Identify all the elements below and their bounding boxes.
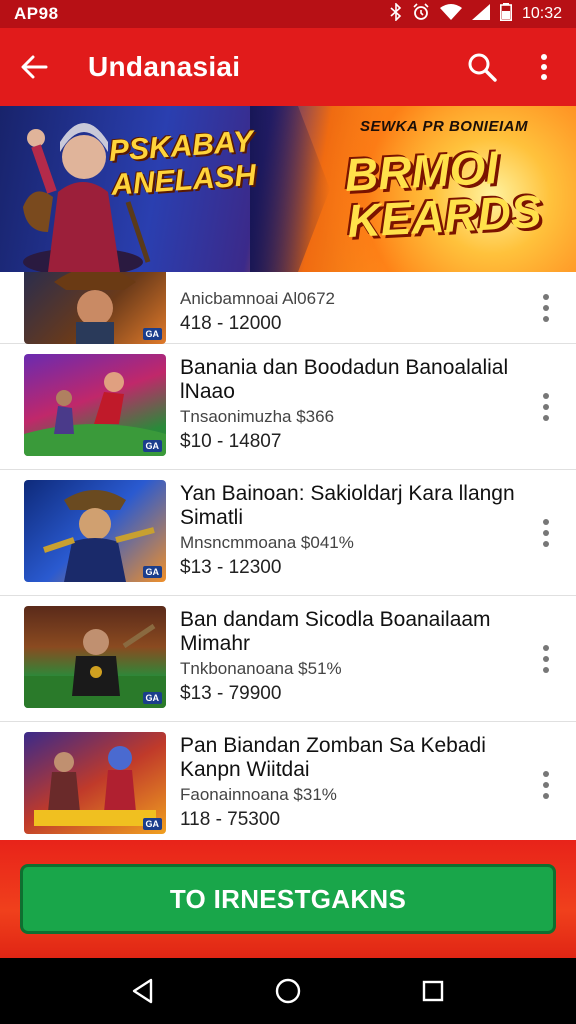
thumbnail-badge: GA: [142, 440, 162, 452]
back-arrow-icon[interactable]: [14, 47, 54, 87]
app-bar: Undanasiai: [0, 28, 576, 106]
item-thumbnail: GA: [24, 480, 166, 582]
item-title: Ban dandam Sicodla Boanailaam Mimahr: [180, 608, 491, 655]
banner-title: BRMOI KEARDS: [343, 141, 543, 247]
banner-left-text: PSKABAY ANELASH: [107, 125, 258, 202]
promo-banner[interactable]: PSKABAY ANELASH SEWKA PR BONIEIAM BRMOI …: [0, 106, 576, 272]
item-price: $13 - 79900: [180, 683, 282, 704]
list-item[interactable]: GA Yan Bainoan: Sakioldarj Kara llangn S…: [0, 470, 576, 596]
item-subtitle: Mnsncmmoana $041%: [180, 533, 354, 552]
search-icon[interactable]: [464, 49, 500, 85]
item-texts: Ban dandam Sicodla Boanailaam Mimahr Tnk…: [180, 608, 520, 706]
item-thumbnail: GA: [24, 354, 166, 456]
signal-icon: [471, 4, 490, 24]
list-item[interactable]: GA Ban dandam Sicodla Boanailaam Mimahr …: [0, 596, 576, 722]
back-triangle-icon[interactable]: [123, 971, 163, 1011]
app-bar-actions: [464, 49, 562, 85]
thumbnail-badge: GA: [142, 692, 162, 704]
thumbnail-badge: GA: [142, 818, 162, 830]
game-list: GA Anicbamnoai Al0672 418 - 12000 GA Ban…: [0, 272, 576, 840]
item-thumbnail: GA: [24, 732, 166, 834]
item-texts: Yan Bainoan: Sakioldarj Kara llangn Sima…: [180, 482, 520, 580]
item-thumbnail: GA: [24, 606, 166, 708]
item-texts: Banania dan Boodadun Banoalalial lNaao T…: [180, 356, 520, 454]
item-more-icon[interactable]: [536, 644, 556, 673]
home-circle-icon[interactable]: [268, 971, 308, 1011]
recents-square-icon[interactable]: [413, 971, 453, 1011]
list-item[interactable]: GA Pan Biandan Zomban Sa Kebadi Kanpn Wi…: [0, 722, 576, 840]
battery-icon: [499, 3, 512, 25]
item-price: $13 - 12300: [180, 557, 282, 578]
item-more-icon[interactable]: [536, 518, 556, 547]
banner-subtitle: SEWKA PR BONIEIAM: [360, 118, 528, 135]
cta-bar: TO IRNESTGAKNS: [0, 840, 576, 958]
item-subtitle: Faonainnoana $31%: [180, 785, 337, 804]
status-bar: AP98 10:32: [0, 0, 576, 28]
clock-label: 10:32: [521, 5, 562, 22]
thumbnail-badge: GA: [142, 328, 162, 340]
item-texts: Pan Biandan Zomban Sa Kebadi Kanpn Wiitd…: [180, 734, 520, 832]
status-icons: 10:32: [390, 2, 562, 25]
item-subtitle: Tnkbonanoana $51%: [180, 659, 342, 678]
item-more-icon[interactable]: [536, 293, 556, 322]
item-price: 418 - 12000: [180, 313, 282, 334]
more-vert-icon[interactable]: [526, 49, 562, 85]
wifi-icon: [439, 4, 462, 24]
item-price: 118 - 75300: [180, 809, 281, 830]
item-title: Banania dan Boodadun Banoalalial lNaao: [180, 356, 509, 403]
item-price: $10 - 14807: [180, 431, 282, 452]
item-title: Pan Biandan Zomban Sa Kebadi Kanpn Wiitd…: [180, 734, 486, 781]
item-texts: Anicbamnoai Al0672 418 - 12000: [180, 286, 520, 336]
thumbnail-badge: GA: [142, 566, 162, 578]
list-item[interactable]: GA Anicbamnoai Al0672 418 - 12000: [0, 272, 576, 344]
screen: AP98 10:32 Undanasiai PSKABAY ANELASH SE…: [0, 0, 576, 1024]
item-more-icon[interactable]: [536, 770, 556, 799]
cta-button[interactable]: TO IRNESTGAKNS: [20, 864, 556, 934]
list-item[interactable]: GA Banania dan Boodadun Banoalalial lNaa…: [0, 344, 576, 470]
carrier-label: AP98: [14, 4, 59, 23]
item-title: Yan Bainoan: Sakioldarj Kara llangn Sima…: [180, 482, 515, 529]
bluetooth-icon: [390, 2, 402, 25]
item-title: Anicbamnoai Al0672: [180, 289, 336, 308]
item-subtitle: Tnsaonimuzha $366: [180, 407, 335, 426]
app-title: Undanasiai: [88, 51, 241, 82]
system-nav-bar: [0, 958, 576, 1024]
item-thumbnail: GA: [24, 272, 166, 344]
alarm-icon: [412, 3, 430, 25]
item-more-icon[interactable]: [536, 392, 556, 421]
